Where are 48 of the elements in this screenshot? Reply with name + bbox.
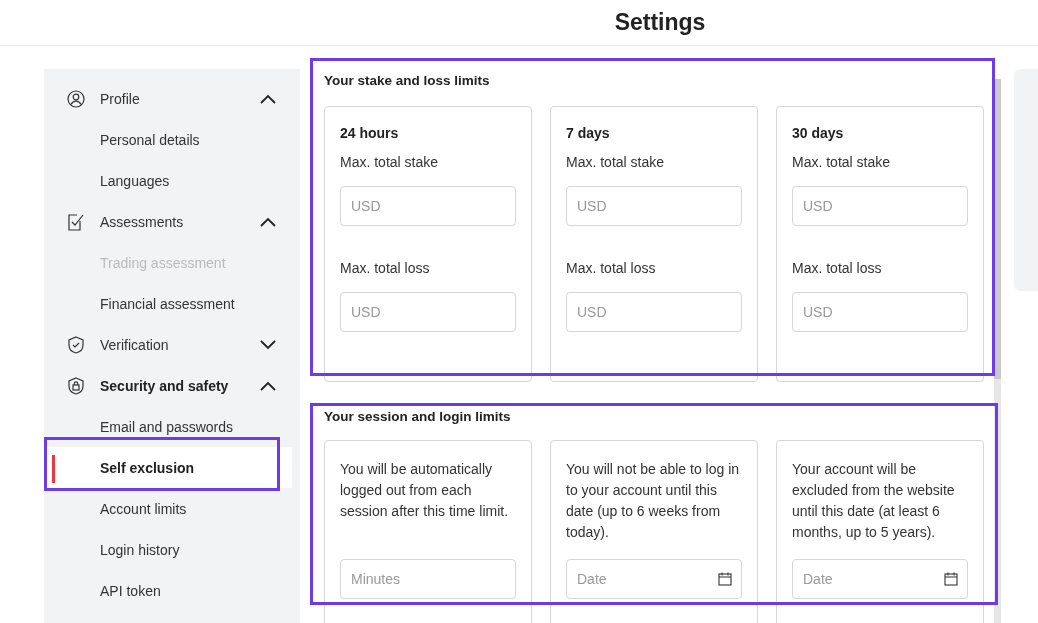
- sidebar-item: Trading assessment: [99, 253, 227, 273]
- chevron-up-icon: [260, 93, 276, 104]
- sidebar-item[interactable]: Login history: [44, 529, 292, 570]
- input-field[interactable]: Date: [566, 559, 742, 599]
- input-field[interactable]: Minutes: [340, 559, 516, 599]
- sidebar-item[interactable]: Personal details: [44, 119, 292, 160]
- description-text: You will not be able to log in to your account until this date (up to 6 weeks from today).: [566, 460, 741, 542]
- user-icon: [67, 89, 85, 108]
- sidebar-group[interactable]: Security and safety: [44, 365, 300, 406]
- period-label: 7 days: [566, 125, 611, 141]
- calendar-icon: [718, 572, 732, 586]
- chevron-down-icon: [260, 339, 276, 350]
- page-title: Settings: [614, 9, 706, 36]
- sidebar-group[interactable]: Assessments: [44, 201, 300, 242]
- input-field[interactable]: USD: [566, 186, 742, 226]
- input-field[interactable]: USD: [340, 186, 516, 226]
- sidebar-item[interactable]: API token: [44, 570, 292, 611]
- input-field[interactable]: USD: [340, 292, 516, 332]
- period-label: 24 hours: [340, 125, 400, 141]
- section-title: Your session and login limits: [324, 409, 512, 424]
- calendar-icon: [944, 572, 958, 586]
- field-label: Max. total loss: [566, 260, 657, 276]
- field-label: Max. total loss: [792, 260, 883, 276]
- period-label: 30 days: [792, 125, 845, 141]
- sidebar-item[interactable]: Languages: [44, 160, 292, 201]
- description-text: Your account will be excluded from the website until this date (at least 6 months, up to 5 years).: [792, 460, 956, 542]
- input-field[interactable]: USD: [792, 292, 968, 332]
- shield-icon: [67, 335, 85, 354]
- chevron-up-icon: [260, 216, 276, 227]
- checklist-icon: [67, 212, 85, 231]
- sidebar-item[interactable]: Financial assessment: [44, 283, 292, 324]
- input-field[interactable]: USD: [566, 292, 742, 332]
- field-label: Max. total stake: [792, 154, 892, 170]
- shield-lock-icon: [67, 376, 85, 395]
- sidebar-item[interactable]: Email and passwords: [44, 406, 292, 447]
- sidebar-item[interactable]: Self exclusion: [44, 447, 292, 488]
- chevron-up-icon: [260, 380, 276, 391]
- field-label: Max. total stake: [566, 154, 666, 170]
- sidebar-item[interactable]: Account limits: [44, 488, 292, 529]
- input-field[interactable]: Date: [792, 559, 968, 599]
- sidebar-group[interactable]: Verification: [44, 324, 300, 365]
- description-text: You will be automatically logged out from each session after this time limit.: [340, 460, 510, 521]
- input-field[interactable]: USD: [792, 186, 968, 226]
- field-label: Max. total stake: [340, 154, 440, 170]
- section-title: Your stake and loss limits: [324, 73, 491, 88]
- sidebar-group[interactable]: Profile: [44, 78, 300, 119]
- field-label: Max. total loss: [340, 260, 431, 276]
- scrollbar[interactable]: [994, 79, 1001, 623]
